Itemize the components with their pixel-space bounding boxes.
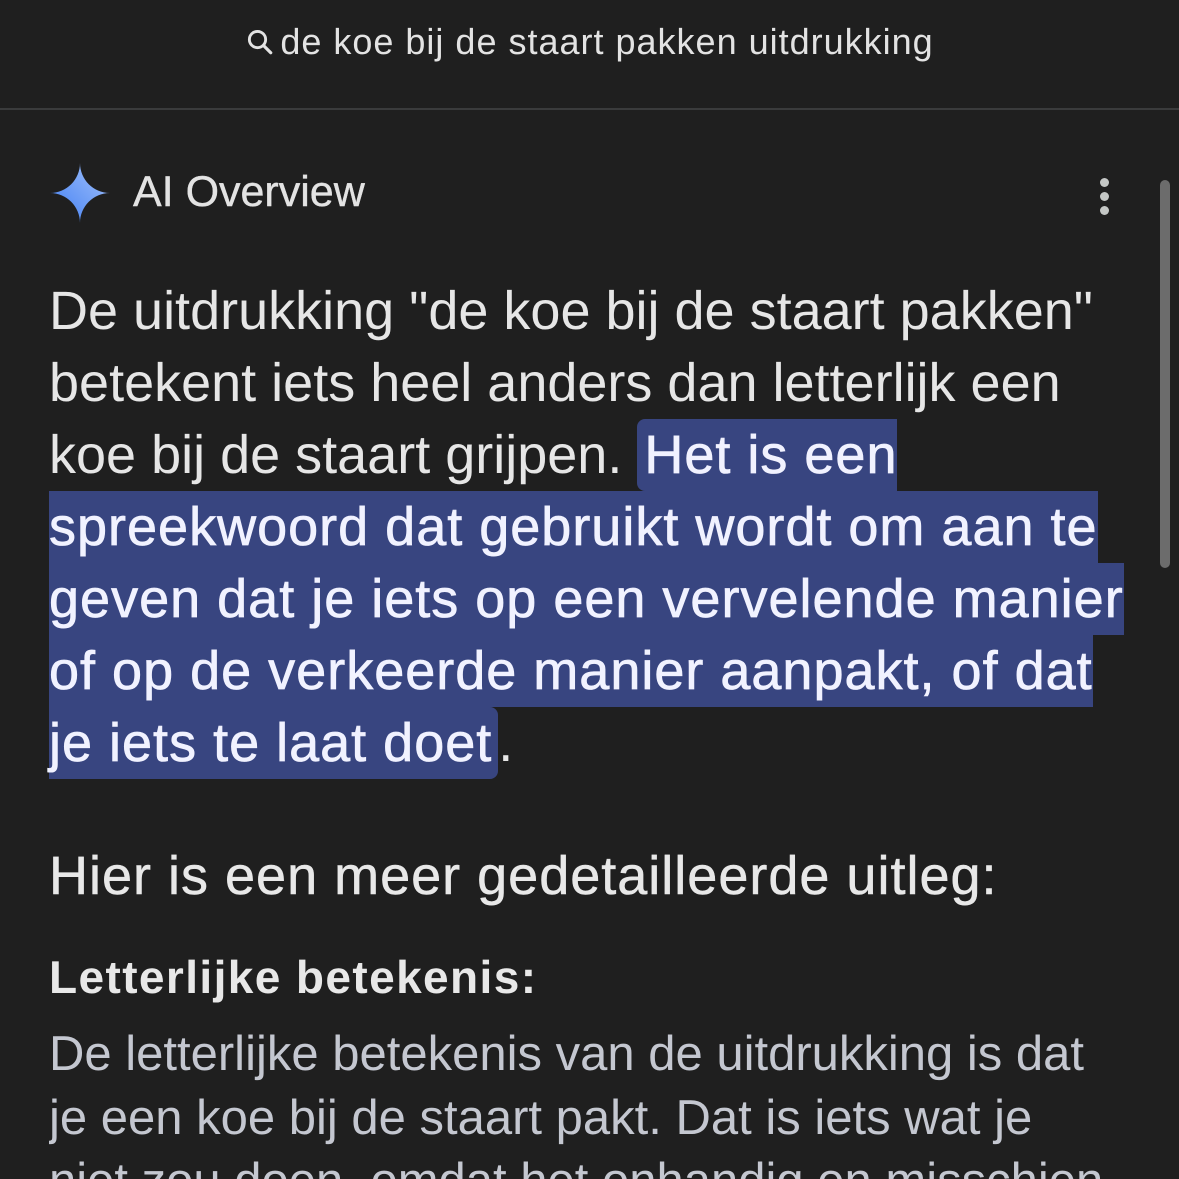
- ai-overview-title: AI Overview: [133, 168, 365, 216]
- ai-overview-panel: AI Overview De uitdrukking "de koe bij d…: [0, 110, 1179, 1179]
- summary-paragraph: De uitdrukking "de koe bij de staart pak…: [49, 275, 1137, 779]
- scrollbar-thumb[interactable]: [1160, 180, 1170, 568]
- summary-end: .: [498, 713, 514, 773]
- more-options-button[interactable]: [1084, 171, 1124, 221]
- search-icon: [248, 29, 273, 55]
- more-vert-icon: [1084, 171, 1124, 221]
- detail-heading: Hier is een meer gedetailleerde uitleg:: [49, 846, 998, 907]
- search-query[interactable]: de koe bij de staart pakken uitdrukking: [280, 20, 933, 64]
- section-text: De letterlijke betekenis van de uitdrukk…: [49, 1027, 1103, 1179]
- search-bar[interactable]: de koe bij de staart pakken uitdrukking: [0, 0, 1179, 84]
- section-title: Letterlijke betekenis:: [49, 951, 538, 1003]
- summary-text: De uitdrukking "de koe bij de staart pak…: [49, 281, 1093, 485]
- more-vert-dot: [1099, 177, 1109, 187]
- more-vert-dot: [1099, 191, 1109, 201]
- sparkle-icon: [50, 163, 110, 223]
- top-bar: de koe bij de staart pakken uitdrukking: [0, 0, 1179, 110]
- more-vert-dot: [1099, 205, 1109, 215]
